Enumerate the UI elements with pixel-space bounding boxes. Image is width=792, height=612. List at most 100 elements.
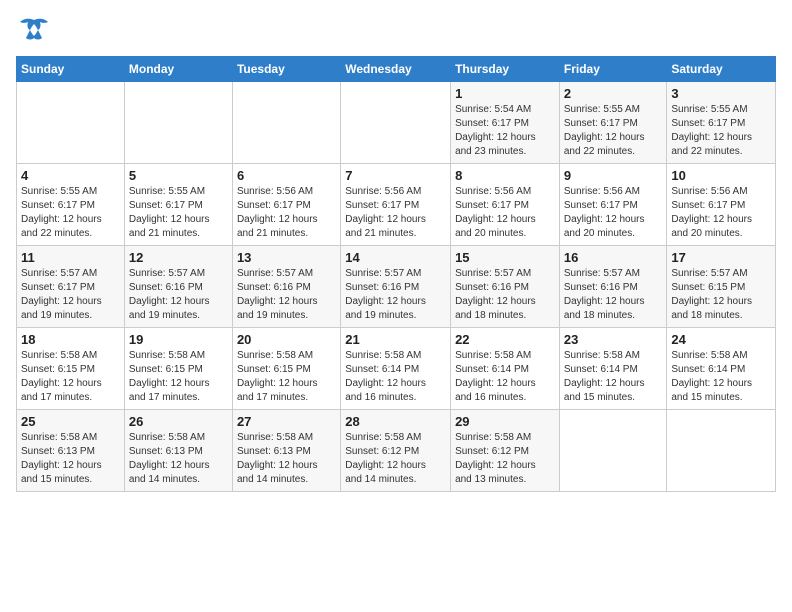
day-number: 9 (564, 168, 663, 183)
page-header (16, 16, 776, 46)
calendar-cell (559, 410, 667, 492)
weekday-header: Friday (559, 57, 667, 82)
calendar-cell: 13Sunrise: 5:57 AM Sunset: 6:16 PM Dayli… (232, 246, 340, 328)
day-number: 7 (345, 168, 446, 183)
calendar-cell: 28 Sunrise: 5:58 AM Sunset: 6:12 PM Dayli… (341, 410, 451, 492)
calendar-cell (17, 82, 125, 164)
day-info: Sunrise: 5:57 AM Sunset: 6:16 PM Dayligh… (455, 267, 555, 323)
day-number: 4 (21, 168, 120, 183)
day-number: 1 (455, 86, 555, 101)
day-number: 19 (129, 332, 228, 347)
day-info: Sunrise: 5:55 AM Sunset: 6:17 PM Dayligh… (21, 185, 120, 241)
calendar-cell (232, 82, 340, 164)
calendar-cell: 5 Sunrise: 5:55 AM Sunset: 6:17 PM Daylig… (124, 164, 232, 246)
calendar-header: SundayMondayTuesdayWednesdayThursdayFrid… (17, 57, 776, 82)
weekday-header: Tuesday (232, 57, 340, 82)
calendar-cell: 17Sunrise: 5:57 AM Sunset: 6:15 PM Dayli… (667, 246, 776, 328)
weekday-header: Thursday (451, 57, 560, 82)
calendar-cell: 25 Sunrise: 5:58 AM Sunset: 6:13 PM Dayli… (17, 410, 125, 492)
day-number: 3 (671, 86, 771, 101)
day-info: Sunrise: 5:58 AM Sunset: 6:15 PM Dayligh… (237, 349, 336, 405)
day-number: 29 (455, 414, 555, 429)
day-info: Sunrise: 5:58 AM Sunset: 6:14 PM Dayligh… (345, 349, 446, 405)
day-info: Sunrise: 5:55 AM Sunset: 6:17 PM Dayligh… (671, 103, 771, 159)
calendar-cell: 27 Sunrise: 5:58 AM Sunset: 6:13 PM Dayli… (232, 410, 340, 492)
day-number: 25 (21, 414, 120, 429)
calendar-cell: 16 Sunrise: 5:57 AM Sunset: 6:16 PM Dayli… (559, 246, 667, 328)
calendar-cell: 21 Sunrise: 5:58 AM Sunset: 6:14 PM Dayli… (341, 328, 451, 410)
calendar-cell: 26 Sunrise: 5:58 AM Sunset: 6:13 PM Dayli… (124, 410, 232, 492)
calendar-cell: 19 Sunrise: 5:58 AM Sunset: 6:15 PM Dayli… (124, 328, 232, 410)
logo (16, 16, 56, 46)
day-info: Sunrise: 5:58 AM Sunset: 6:14 PM Dayligh… (564, 349, 663, 405)
day-number: 28 (345, 414, 446, 429)
day-number: 22 (455, 332, 555, 347)
weekday-header: Wednesday (341, 57, 451, 82)
day-info: Sunrise: 5:55 AM Sunset: 6:17 PM Dayligh… (564, 103, 663, 159)
day-info: Sunrise: 5:58 AM Sunset: 6:12 PM Dayligh… (455, 431, 555, 487)
calendar-cell (667, 410, 776, 492)
day-info: Sunrise: 5:58 AM Sunset: 6:14 PM Dayligh… (671, 349, 771, 405)
day-number: 8 (455, 168, 555, 183)
calendar-cell: 20Sunrise: 5:58 AM Sunset: 6:15 PM Dayli… (232, 328, 340, 410)
day-number: 16 (564, 250, 663, 265)
day-info: Sunrise: 5:57 AM Sunset: 6:16 PM Dayligh… (237, 267, 336, 323)
day-info: Sunrise: 5:57 AM Sunset: 6:16 PM Dayligh… (345, 267, 446, 323)
day-info: Sunrise: 5:54 AM Sunset: 6:17 PM Dayligh… (455, 103, 555, 159)
calendar-cell: 3 Sunrise: 5:55 AM Sunset: 6:17 PM Daylig… (667, 82, 776, 164)
day-number: 17 (671, 250, 771, 265)
day-number: 12 (129, 250, 228, 265)
calendar-cell: 2Sunrise: 5:55 AM Sunset: 6:17 PM Daylig… (559, 82, 667, 164)
calendar-cell: 23 Sunrise: 5:58 AM Sunset: 6:14 PM Dayli… (559, 328, 667, 410)
calendar-cell: 22 Sunrise: 5:58 AM Sunset: 6:14 PM Dayli… (451, 328, 560, 410)
calendar-cell: 4 Sunrise: 5:55 AM Sunset: 6:17 PM Daylig… (17, 164, 125, 246)
weekday-header: Sunday (17, 57, 125, 82)
calendar-cell: 1 Sunrise: 5:54 AM Sunset: 6:17 PM Daylig… (451, 82, 560, 164)
calendar-cell: 24 Sunrise: 5:58 AM Sunset: 6:14 PM Dayli… (667, 328, 776, 410)
day-info: Sunrise: 5:56 AM Sunset: 6:17 PM Dayligh… (237, 185, 336, 241)
day-info: Sunrise: 5:58 AM Sunset: 6:15 PM Dayligh… (21, 349, 120, 405)
day-info: Sunrise: 5:58 AM Sunset: 6:14 PM Dayligh… (455, 349, 555, 405)
calendar-body: 1 Sunrise: 5:54 AM Sunset: 6:17 PM Daylig… (17, 82, 776, 492)
day-info: Sunrise: 5:55 AM Sunset: 6:17 PM Dayligh… (129, 185, 228, 241)
day-number: 14 (345, 250, 446, 265)
calendar-cell (341, 82, 451, 164)
logo-bird-icon (16, 16, 52, 46)
day-info: Sunrise: 5:56 AM Sunset: 6:17 PM Dayligh… (564, 185, 663, 241)
day-info: Sunrise: 5:57 AM Sunset: 6:16 PM Dayligh… (564, 267, 663, 323)
calendar-table: SundayMondayTuesdayWednesdayThursdayFrid… (16, 56, 776, 492)
day-number: 10 (671, 168, 771, 183)
day-number: 27 (237, 414, 336, 429)
calendar-cell: 11 Sunrise: 5:57 AM Sunset: 6:17 PM Dayli… (17, 246, 125, 328)
day-info: Sunrise: 5:58 AM Sunset: 6:13 PM Dayligh… (237, 431, 336, 487)
day-info: Sunrise: 5:57 AM Sunset: 6:16 PM Dayligh… (129, 267, 228, 323)
calendar-cell: 14 Sunrise: 5:57 AM Sunset: 6:16 PM Dayli… (341, 246, 451, 328)
day-info: Sunrise: 5:56 AM Sunset: 6:17 PM Dayligh… (345, 185, 446, 241)
calendar-cell: 18 Sunrise: 5:58 AM Sunset: 6:15 PM Dayli… (17, 328, 125, 410)
calendar-cell: 12 Sunrise: 5:57 AM Sunset: 6:16 PM Dayli… (124, 246, 232, 328)
day-number: 6 (237, 168, 336, 183)
calendar-cell (124, 82, 232, 164)
day-info: Sunrise: 5:58 AM Sunset: 6:13 PM Dayligh… (129, 431, 228, 487)
calendar-cell: 29 Sunrise: 5:58 AM Sunset: 6:12 PM Dayli… (451, 410, 560, 492)
day-number: 23 (564, 332, 663, 347)
day-info: Sunrise: 5:58 AM Sunset: 6:15 PM Dayligh… (129, 349, 228, 405)
calendar-cell: 8 Sunrise: 5:56 AM Sunset: 6:17 PM Daylig… (451, 164, 560, 246)
day-info: Sunrise: 5:58 AM Sunset: 6:13 PM Dayligh… (21, 431, 120, 487)
calendar-cell: 7 Sunrise: 5:56 AM Sunset: 6:17 PM Daylig… (341, 164, 451, 246)
day-number: 5 (129, 168, 228, 183)
weekday-header: Monday (124, 57, 232, 82)
day-number: 15 (455, 250, 555, 265)
day-number: 21 (345, 332, 446, 347)
day-number: 11 (21, 250, 120, 265)
calendar-cell: 10 Sunrise: 5:56 AM Sunset: 6:17 PM Dayli… (667, 164, 776, 246)
calendar-cell: 15 Sunrise: 5:57 AM Sunset: 6:16 PM Dayli… (451, 246, 560, 328)
day-number: 26 (129, 414, 228, 429)
calendar-cell: 9 Sunrise: 5:56 AM Sunset: 6:17 PM Daylig… (559, 164, 667, 246)
day-number: 24 (671, 332, 771, 347)
day-info: Sunrise: 5:56 AM Sunset: 6:17 PM Dayligh… (671, 185, 771, 241)
day-info: Sunrise: 5:56 AM Sunset: 6:17 PM Dayligh… (455, 185, 555, 241)
day-info: Sunrise: 5:57 AM Sunset: 6:17 PM Dayligh… (21, 267, 120, 323)
day-number: 18 (21, 332, 120, 347)
day-info: Sunrise: 5:58 AM Sunset: 6:12 PM Dayligh… (345, 431, 446, 487)
